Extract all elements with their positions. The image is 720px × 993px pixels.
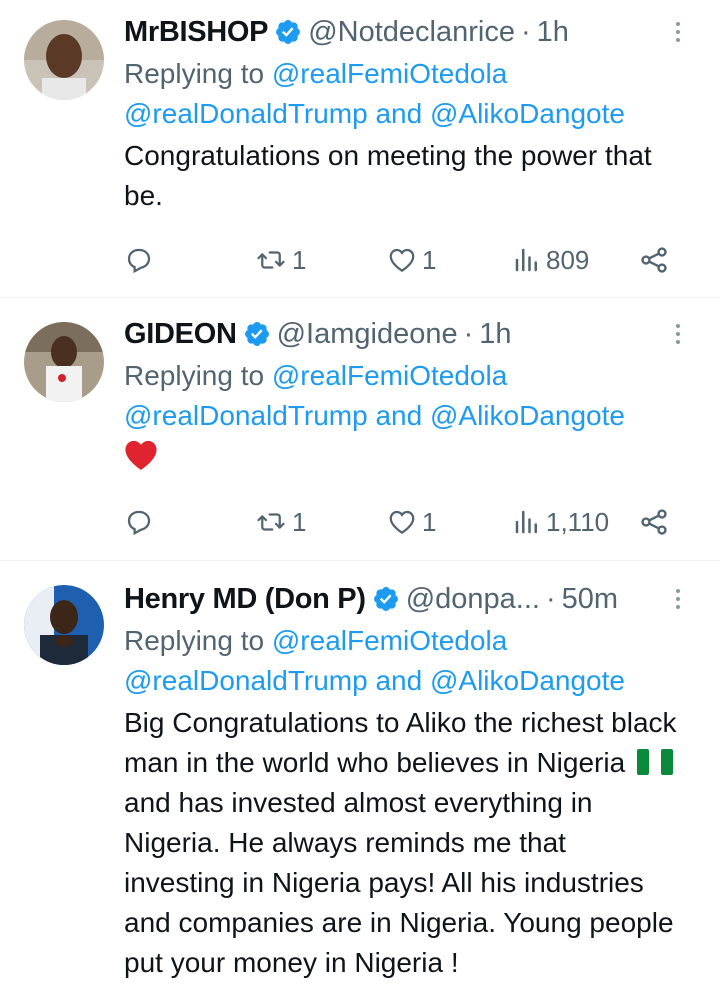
more-options-icon[interactable]	[666, 322, 690, 346]
replying-prefix: Replying to	[124, 360, 272, 391]
tweet-actions: 1 1 1,110	[124, 502, 684, 542]
mention-link[interactable]: @realDonaldTrump	[124, 665, 368, 696]
views-button[interactable]: 1,110	[512, 502, 609, 542]
tweet-text-part: and has invested almost everything in Ni…	[124, 787, 674, 978]
retweet-button[interactable]: 1	[254, 502, 306, 542]
reply-feed: MrBISHOP @Notdeclanrice · 1h Replying to…	[0, 0, 720, 993]
tweet[interactable]: MrBISHOP @Notdeclanrice · 1h Replying to…	[0, 0, 720, 298]
verified-badge-icon	[372, 585, 400, 613]
like-button[interactable]: 1	[386, 502, 436, 542]
replying-to: Replying to @realFemiOtedola @realDonald…	[124, 621, 680, 701]
like-count: 1	[422, 506, 437, 537]
more-options-icon[interactable]	[666, 587, 690, 611]
tweet-text	[124, 438, 680, 478]
view-count: 1,110	[546, 506, 610, 537]
retweet-icon	[257, 251, 285, 269]
verified-badge-icon	[274, 18, 302, 46]
views-icon	[515, 248, 537, 272]
views-icon	[515, 510, 537, 534]
tweet-header: GIDEON @Iamgideone · 1h	[124, 316, 680, 352]
replying-to: Replying to @realFemiOtedola @realDonald…	[124, 54, 680, 134]
mention-link[interactable]: @AlikoDangote	[430, 665, 625, 696]
views-button[interactable]: 809	[512, 240, 589, 280]
heart-emoji	[124, 439, 158, 471]
tweet-text: Congratulations on meeting the power tha…	[124, 140, 652, 211]
timestamp[interactable]: 50m	[562, 583, 618, 616]
reply-button[interactable]	[124, 502, 154, 542]
replying-and[interactable]: and	[368, 98, 430, 129]
replying-and[interactable]: and	[368, 400, 430, 431]
display-name[interactable]: GIDEON	[124, 318, 237, 351]
tweet[interactable]: Henry MD (Don P) @donpa... · 50m Replyin…	[0, 561, 720, 993]
separator: ·	[463, 317, 474, 350]
timestamp[interactable]: 1h	[537, 16, 569, 49]
user-handle[interactable]: @Notdeclanrice	[308, 16, 515, 49]
avatar[interactable]	[24, 20, 104, 100]
mention-link[interactable]: @AlikoDangote	[430, 400, 625, 431]
mention-link[interactable]: @realFemiOtedola	[272, 360, 507, 391]
like-icon	[389, 248, 415, 272]
avatar[interactable]	[24, 322, 104, 402]
retweet-button[interactable]: 1	[254, 240, 306, 280]
separator: ·	[545, 582, 556, 615]
replying-prefix: Replying to	[124, 625, 272, 656]
replying-to: Replying to @realFemiOtedola @realDonald…	[124, 356, 680, 436]
display-name[interactable]: Henry MD (Don P)	[124, 583, 366, 616]
tweet-actions: 1 1 809	[124, 240, 684, 280]
user-handle[interactable]: @Iamgideone	[277, 318, 458, 351]
more-options-icon[interactable]	[666, 20, 690, 44]
reply-icon	[127, 248, 151, 274]
reply-icon	[127, 510, 151, 536]
mention-link[interactable]: @realDonaldTrump	[124, 400, 368, 431]
mention-link[interactable]: @realFemiOtedola	[272, 58, 507, 89]
nigeria-flag-emoji	[636, 749, 673, 775]
separator: ·	[521, 15, 531, 48]
user-handle[interactable]: @donpa...	[406, 583, 540, 616]
reply-button[interactable]	[124, 240, 154, 280]
share-icon	[641, 509, 667, 535]
mention-link[interactable]: @realDonaldTrump	[124, 98, 368, 129]
display-name[interactable]: MrBISHOP	[124, 16, 269, 49]
retweet-count: 1	[292, 244, 307, 275]
verified-badge-icon	[243, 320, 271, 348]
share-button[interactable]	[638, 502, 670, 542]
timestamp[interactable]: 1h	[479, 318, 511, 351]
tweet-header: MrBISHOP @Notdeclanrice · 1h	[124, 14, 680, 50]
avatar[interactable]	[24, 585, 104, 665]
share-icon	[641, 247, 667, 273]
retweet-count: 1	[292, 506, 307, 537]
like-icon	[389, 510, 415, 534]
replying-prefix: Replying to	[124, 58, 272, 89]
tweet[interactable]: GIDEON @Iamgideone · 1h Replying to @rea…	[0, 298, 720, 561]
like-button[interactable]: 1	[386, 240, 436, 280]
mention-link[interactable]: @AlikoDangote	[430, 98, 625, 129]
tweet-text: Big Congratulations to Aliko the richest…	[124, 703, 680, 983]
view-count: 809	[546, 244, 590, 275]
share-button[interactable]	[638, 240, 670, 280]
mention-link[interactable]: @realFemiOtedola	[272, 625, 507, 656]
tweet-text-part: Big Congratulations to Aliko the richest…	[124, 707, 677, 778]
tweet-header: Henry MD (Don P) @donpa... · 50m	[124, 581, 680, 617]
like-count: 1	[422, 244, 437, 275]
retweet-icon	[257, 513, 285, 531]
replying-and[interactable]: and	[368, 665, 430, 696]
